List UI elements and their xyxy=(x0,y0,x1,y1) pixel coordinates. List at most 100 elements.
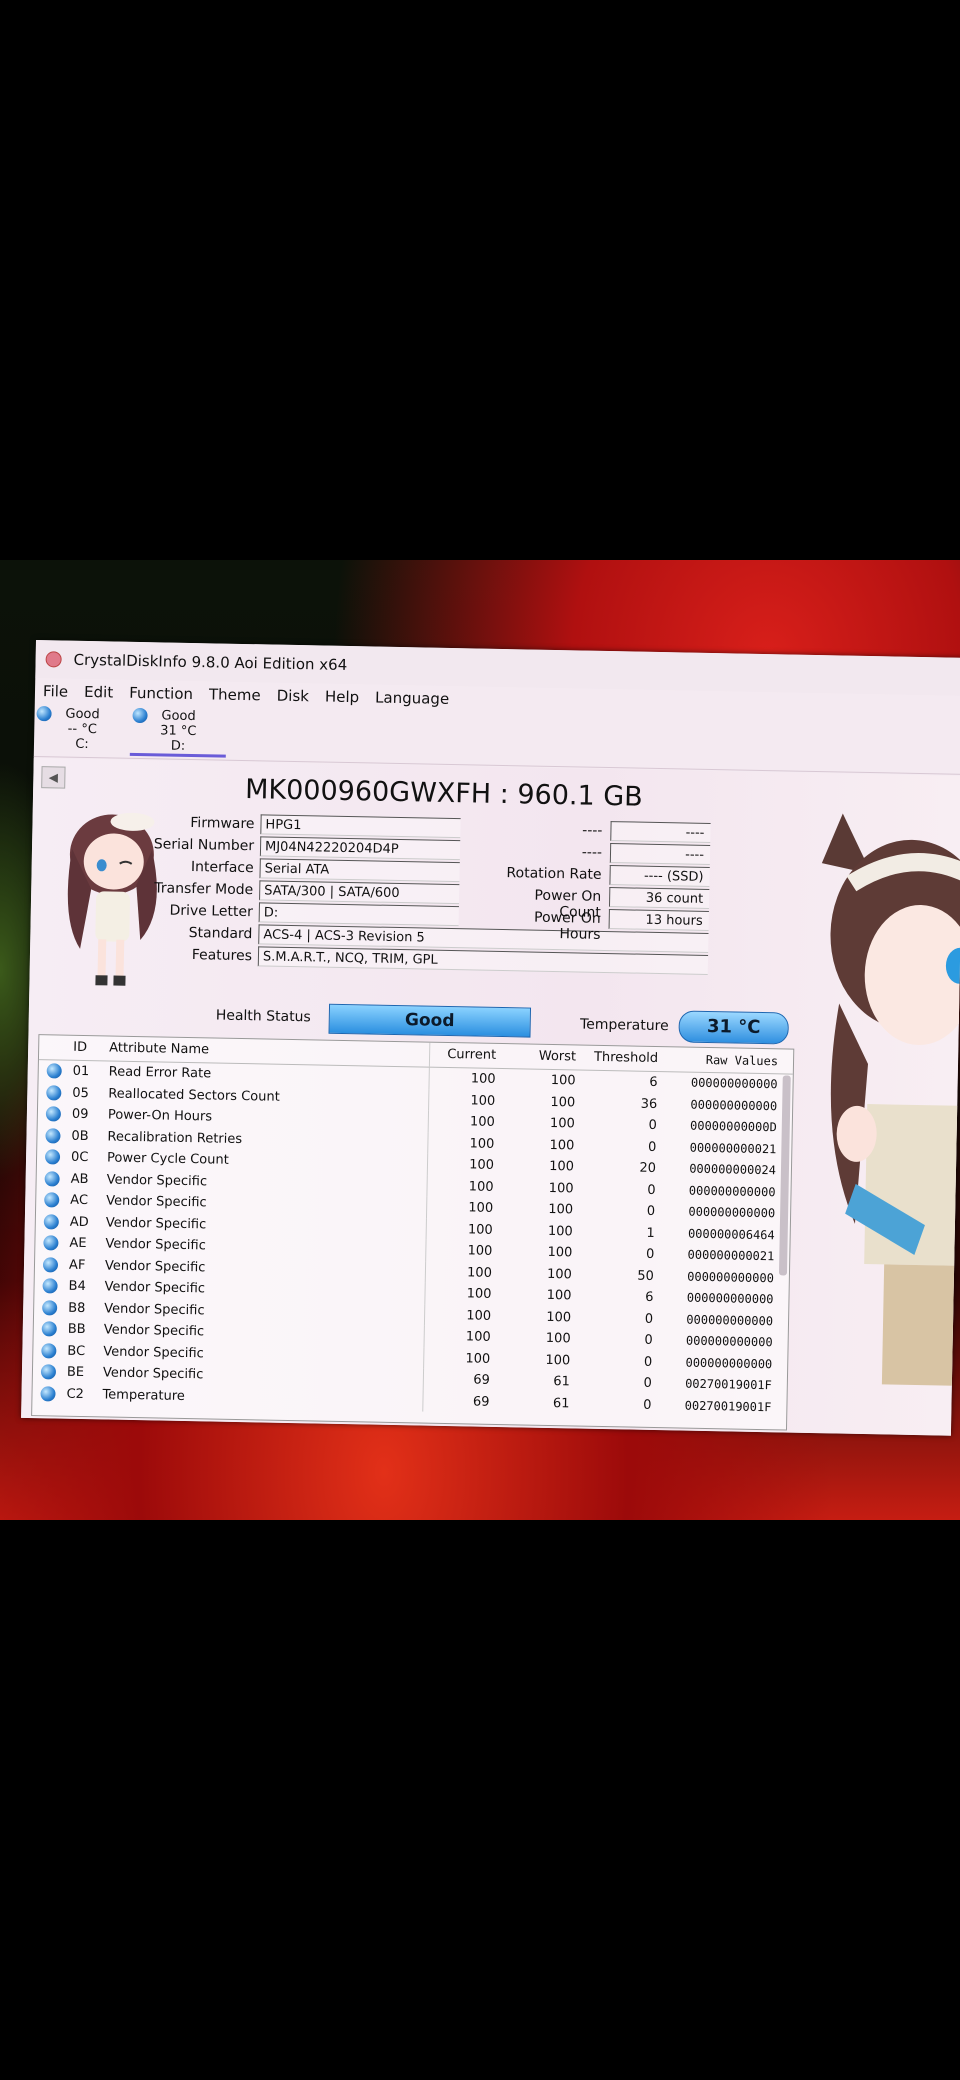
attribute-raw-value: 000000006464 xyxy=(687,1226,775,1242)
attribute-threshold: 20 xyxy=(639,1160,657,1176)
interface-label: Interface xyxy=(190,859,254,877)
menu-language[interactable]: Language xyxy=(375,689,449,708)
drive-letter-value: D: xyxy=(258,902,459,927)
menu-help[interactable]: Help xyxy=(325,688,360,707)
crystaldiskinfo-window: CrystalDiskInfo 9.8.0 Aoi Edition x64 Fi… xyxy=(21,640,960,1436)
serial-value: MJ04N42220204D4P xyxy=(259,836,461,861)
menu-file[interactable]: File xyxy=(43,682,68,700)
disk-letter: D: xyxy=(170,738,186,754)
temperature-label: Temperature xyxy=(579,1016,669,1035)
header-raw-values[interactable]: Raw Values xyxy=(664,1047,784,1073)
attribute-worst: 100 xyxy=(546,1287,572,1304)
attribute-threshold: 0 xyxy=(643,1375,652,1391)
attribute-raw-value: 000000000000 xyxy=(686,1290,774,1307)
attribute-id: 09 xyxy=(71,1106,89,1123)
attribute-current: 100 xyxy=(468,1200,494,1216)
menu-theme[interactable]: Theme xyxy=(209,685,261,704)
attribute-current: 100 xyxy=(470,1092,496,1109)
attribute-status-cell xyxy=(35,1254,69,1276)
header-id[interactable]: ID xyxy=(73,1036,109,1061)
main-panel: ◀ MK000960GWXFH : 960.1 GB Firmware HPG1… xyxy=(21,757,960,1436)
status-good-icon xyxy=(41,1342,57,1359)
attribute-status-cell xyxy=(38,1103,72,1125)
attribute-id: C2 xyxy=(66,1386,85,1402)
menu-edit[interactable]: Edit xyxy=(84,683,113,702)
table-body: 01 Read Error Rate 100 100 6 000000000000 05 Re… xyxy=(32,1060,792,1418)
temperature-button[interactable]: 31 °C xyxy=(678,1010,789,1045)
attribute-raw-value: 000000000000 xyxy=(688,1183,776,1199)
status-good-icon xyxy=(40,1385,56,1402)
attribute-threshold: 0 xyxy=(644,1311,654,1327)
previous-disk-button[interactable]: ◀ xyxy=(41,766,66,789)
attribute-status-cell xyxy=(37,1125,71,1147)
health-status-button[interactable]: Good xyxy=(328,1003,532,1038)
attribute-status-cell xyxy=(34,1275,68,1297)
attribute-status-cell xyxy=(33,1340,67,1362)
menu-function[interactable]: Function xyxy=(129,684,193,703)
attribute-threshold: 0 xyxy=(647,1182,656,1198)
attribute-id: B8 xyxy=(68,1300,86,1316)
attribute-worst: 100 xyxy=(549,1137,575,1153)
attribute-raw-value: 000000000000 xyxy=(687,1269,775,1285)
background-bottom xyxy=(0,1520,960,2080)
attribute-threshold: 6 xyxy=(649,1074,658,1091)
standard-label: Standard xyxy=(188,924,253,943)
transfer-mode-label: Transfer Mode xyxy=(154,880,254,899)
attribute-status-cell xyxy=(33,1361,67,1383)
attribute-id: 0C xyxy=(70,1149,89,1166)
rotation-rate-label: Rotation Rate xyxy=(506,865,602,883)
header-threshold[interactable]: Threshold xyxy=(582,1046,664,1072)
background-top xyxy=(0,0,960,560)
attribute-status-cell xyxy=(36,1211,70,1233)
attribute-raw-value: 000000000021 xyxy=(689,1140,777,1156)
status-good-icon xyxy=(42,1299,58,1316)
disk-tab-c[interactable]: Good -- °C C: xyxy=(34,704,131,756)
features-label: Features xyxy=(191,947,253,965)
health-status-label: Health Status xyxy=(215,1007,311,1026)
attribute-id: B4 xyxy=(68,1278,86,1295)
attribute-threshold: 0 xyxy=(646,1203,656,1219)
attribute-raw-value: 000000000000 xyxy=(685,1333,773,1350)
attribute-status-cell xyxy=(35,1232,69,1254)
smart-attributes-table: ID Attribute Name Current Worst Threshol… xyxy=(31,1034,795,1431)
header-current[interactable]: Current xyxy=(430,1043,502,1068)
status-good-icon xyxy=(44,1149,61,1165)
rotation-rate-value: ---- (SSD) xyxy=(609,865,710,887)
attribute-worst: 100 xyxy=(548,1201,574,1218)
power-on-count-value: 36 count xyxy=(608,887,710,909)
attribute-threshold: 0 xyxy=(643,1397,652,1413)
menu-disk[interactable]: Disk xyxy=(277,687,310,706)
status-good-icon xyxy=(45,1127,61,1144)
disk-tab-d[interactable]: Good 31 °C D: xyxy=(129,705,227,758)
attribute-id: AC xyxy=(70,1192,89,1209)
attribute-threshold: 36 xyxy=(640,1096,658,1112)
status-good-icon xyxy=(43,1213,59,1230)
attribute-status-cell xyxy=(38,1082,72,1104)
attribute-current: 100 xyxy=(467,1243,493,1259)
firmware-label: Firmware xyxy=(190,814,255,833)
attribute-worst: 100 xyxy=(549,1158,575,1175)
drive-model-title: MK000960GWXFH : 960.1 GB xyxy=(244,774,644,813)
attribute-threshold: 0 xyxy=(648,1117,657,1134)
attribute-status-cell xyxy=(32,1383,66,1405)
attribute-raw-value: 000000000000 xyxy=(688,1204,776,1221)
attribute-id: BB xyxy=(67,1321,86,1338)
serial-label: Serial Number xyxy=(153,836,255,855)
attribute-worst: 100 xyxy=(546,1309,572,1325)
disk-letter: C: xyxy=(75,736,89,753)
attribute-status-cell xyxy=(34,1297,68,1319)
attribute-threshold: 0 xyxy=(644,1332,653,1348)
attribute-current: 100 xyxy=(470,1071,496,1087)
attribute-current: 100 xyxy=(468,1178,494,1195)
header-worst[interactable]: Worst xyxy=(502,1044,582,1070)
attribute-id: AF xyxy=(68,1257,86,1273)
blank-value-1: ---- xyxy=(610,821,711,843)
attribute-threshold: 1 xyxy=(646,1225,655,1241)
transfer-mode-value: SATA/300 | SATA/600 xyxy=(259,880,460,905)
attribute-worst: 100 xyxy=(547,1244,573,1261)
attribute-threshold: 0 xyxy=(647,1139,657,1155)
attribute-status-cell xyxy=(39,1060,73,1082)
attribute-status-cell xyxy=(37,1146,71,1168)
attribute-current: 100 xyxy=(465,1329,491,1345)
attribute-worst: 100 xyxy=(545,1352,571,1368)
